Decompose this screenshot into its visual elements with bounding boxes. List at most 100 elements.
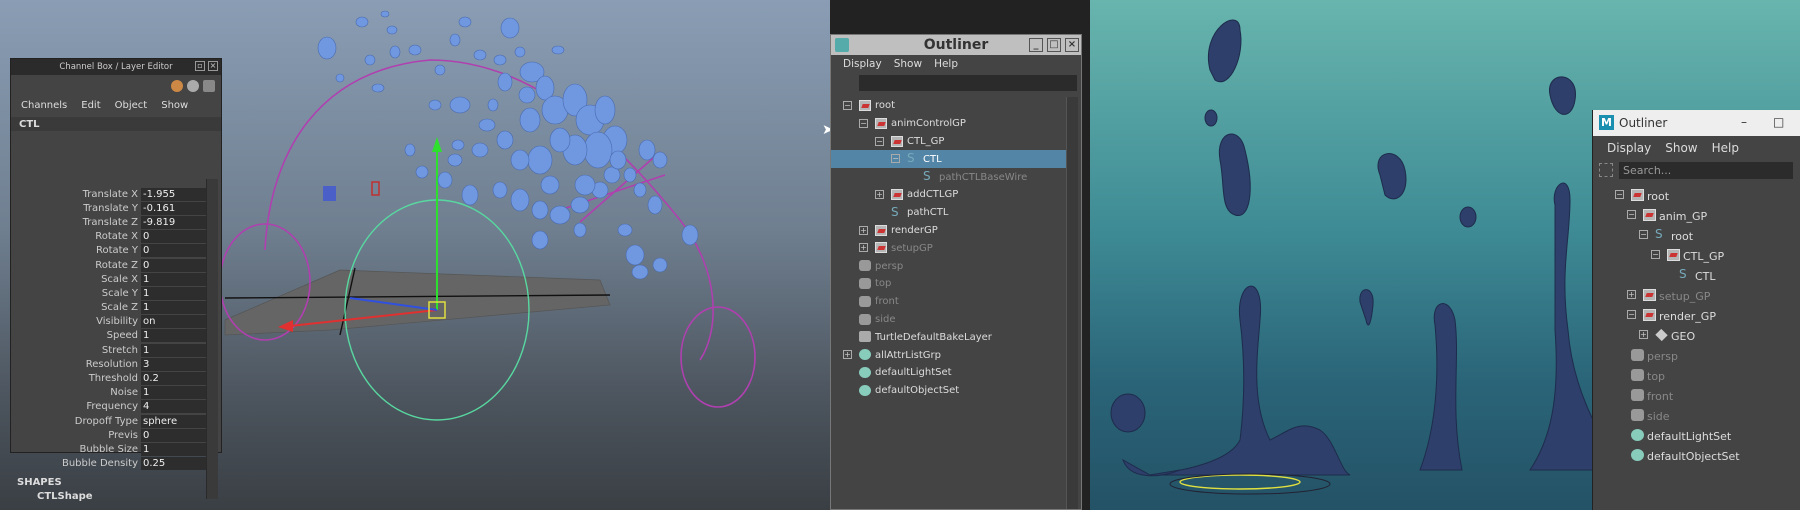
menu-edit[interactable]: Edit	[81, 100, 100, 111]
channel-row[interactable]: Visibility on	[11, 315, 209, 329]
outliner-titlebar[interactable]: Outliner _ □ ×	[831, 35, 1081, 55]
expand-icon[interactable]: +	[859, 225, 868, 235]
channel-row[interactable]: Translate Y -0.161	[11, 201, 209, 215]
channel-row[interactable]: Stretch 1	[11, 343, 209, 357]
menu-show[interactable]: Show	[161, 100, 188, 111]
close-icon[interactable]: ×	[1065, 38, 1079, 52]
outliner-item[interactable]: − Sroot	[1593, 226, 1800, 246]
menu-display[interactable]: Display	[843, 58, 882, 70]
channel-value-field[interactable]: 0.25	[141, 457, 207, 471]
collapse-icon[interactable]: −	[1651, 250, 1660, 259]
outliner-item[interactable]: defaultObjectSet	[831, 382, 1067, 400]
channel-value-field[interactable]: -9.819	[141, 215, 207, 229]
outliner-item[interactable]: top	[1593, 366, 1800, 386]
channel-box-scrollbar[interactable]	[206, 179, 218, 499]
channel-row[interactable]: Previs 0	[11, 428, 209, 442]
channel-row[interactable]: Frequency 4	[11, 400, 209, 414]
outliner-item[interactable]: TurtleDefaultBakeLayer	[831, 328, 1067, 346]
expand-icon[interactable]: +	[875, 189, 884, 199]
collapse-icon[interactable]: −	[875, 136, 884, 146]
shape-name[interactable]: CTLShape	[37, 491, 93, 502]
collapse-icon[interactable]: −	[843, 101, 852, 110]
channel-value-field[interactable]: -0.161	[141, 201, 207, 215]
outliner-item[interactable]: + setup_GP	[1593, 286, 1800, 306]
outliner-item[interactable]: SpathCTL	[831, 204, 1067, 222]
channel-row[interactable]: Bubble Size 1	[11, 442, 209, 456]
expand-icon[interactable]: +	[859, 243, 868, 253]
channel-box-titlebar[interactable]: Channel Box / Layer Editor ▫ ×	[11, 59, 221, 75]
channel-value-field[interactable]: on	[141, 315, 207, 329]
outliner-item[interactable]: − CTL_GP	[1593, 246, 1800, 266]
outliner-item[interactable]: − render_GP	[1593, 306, 1800, 326]
outliner-item[interactable]: − animControlGP	[831, 115, 1067, 133]
channel-value-field[interactable]: 3	[141, 357, 207, 371]
outliner-item[interactable]: defaultObjectSet	[1593, 446, 1800, 466]
channel-value-field[interactable]: 1	[141, 286, 207, 300]
channel-value-field[interactable]: 0	[141, 244, 207, 258]
outliner-item[interactable]: top	[831, 275, 1067, 293]
channel-row[interactable]: Dropoff Type sphere	[11, 414, 209, 428]
outliner-item[interactable]: + renderGP	[831, 222, 1067, 240]
sphere-icon[interactable]	[187, 80, 199, 92]
channel-value-field[interactable]: 1	[141, 442, 207, 456]
channel-row[interactable]: Scale Y1	[11, 286, 209, 300]
menu-object[interactable]: Object	[115, 100, 148, 111]
channel-value-field[interactable]: 1	[141, 386, 207, 400]
menu-channels[interactable]: Channels	[21, 100, 67, 111]
outliner-scrollbar[interactable]	[1066, 97, 1078, 509]
outliner-search-input[interactable]	[859, 75, 1077, 91]
outliner-item[interactable]: + allAttrListGrp	[831, 346, 1067, 364]
minimize-icon[interactable]: –	[1741, 115, 1747, 129]
expand-icon[interactable]: +	[843, 350, 852, 360]
outliner-item[interactable]: front	[1593, 386, 1800, 406]
channel-row[interactable]: Rotate X0	[11, 230, 209, 244]
outliner-item[interactable]: − S CTL	[831, 150, 1067, 169]
maximize-icon[interactable]: □	[1047, 38, 1061, 52]
close-icon[interactable]: ×	[208, 61, 218, 71]
menu-help[interactable]: Help	[934, 58, 958, 70]
channel-row[interactable]: Resolution 3	[11, 357, 209, 371]
outliner-item[interactable]: − anim_GP	[1593, 206, 1800, 226]
channel-value-field[interactable]: 1	[141, 301, 207, 315]
outliner-item[interactable]: + GEO	[1593, 326, 1800, 346]
pin-icon[interactable]	[203, 80, 215, 92]
outliner-item[interactable]: front	[831, 293, 1067, 311]
channel-value-field[interactable]: sphere	[141, 414, 207, 428]
expand-icon[interactable]: +	[1639, 330, 1648, 339]
channel-value-field[interactable]: 1	[141, 343, 207, 357]
channel-value-field[interactable]: 0	[141, 230, 207, 244]
collapse-icon[interactable]: −	[891, 154, 900, 164]
collapse-icon[interactable]: −	[1639, 230, 1648, 239]
filter-icon[interactable]	[1599, 163, 1613, 177]
outliner-item[interactable]: SpathCTLBaseWire	[831, 168, 1067, 186]
outliner-item[interactable]: persp	[1593, 346, 1800, 366]
minimize-icon[interactable]: _	[1029, 38, 1043, 52]
collapse-icon[interactable]: −	[1627, 310, 1636, 319]
menu-display[interactable]: Display	[1607, 141, 1651, 155]
channel-row[interactable]: Rotate Z0	[11, 258, 209, 272]
outliner-item[interactable]: − root	[831, 97, 1067, 115]
outliner-item[interactable]: − root	[1593, 186, 1800, 206]
outliner2-titlebar[interactable]: M Outliner – □	[1593, 110, 1800, 136]
outliner2-search-input[interactable]: Search...	[1619, 161, 1793, 179]
channel-row[interactable]: Bubble Density 0.25	[11, 457, 209, 471]
channel-row[interactable]: Threshold 0.2	[11, 371, 209, 386]
channel-row[interactable]: Speed 1	[11, 329, 209, 343]
outliner-item[interactable]: side	[831, 311, 1067, 329]
outliner-item[interactable]: + addCTLGP	[831, 186, 1067, 204]
channel-value-field[interactable]: 1	[141, 329, 207, 343]
channel-value-field[interactable]: 4	[141, 400, 207, 414]
expand-icon[interactable]: +	[1627, 290, 1636, 299]
collapse-icon[interactable]: −	[1615, 190, 1624, 199]
outliner-item[interactable]: side	[1593, 406, 1800, 426]
channel-value-field[interactable]: -1.955	[141, 187, 207, 201]
maximize-icon[interactable]: □	[1773, 115, 1784, 129]
channel-row[interactable]: Scale X1	[11, 272, 209, 286]
outliner-item[interactable]: + setupGP	[831, 239, 1067, 257]
channel-value-field[interactable]: 0.2	[141, 372, 207, 386]
collapse-icon[interactable]: −	[1627, 210, 1636, 219]
collapse-icon[interactable]: −	[859, 118, 868, 128]
menu-show[interactable]: Show	[894, 58, 922, 70]
channel-row[interactable]: Scale Z1	[11, 301, 209, 315]
channel-value-field[interactable]: 0	[141, 428, 207, 442]
